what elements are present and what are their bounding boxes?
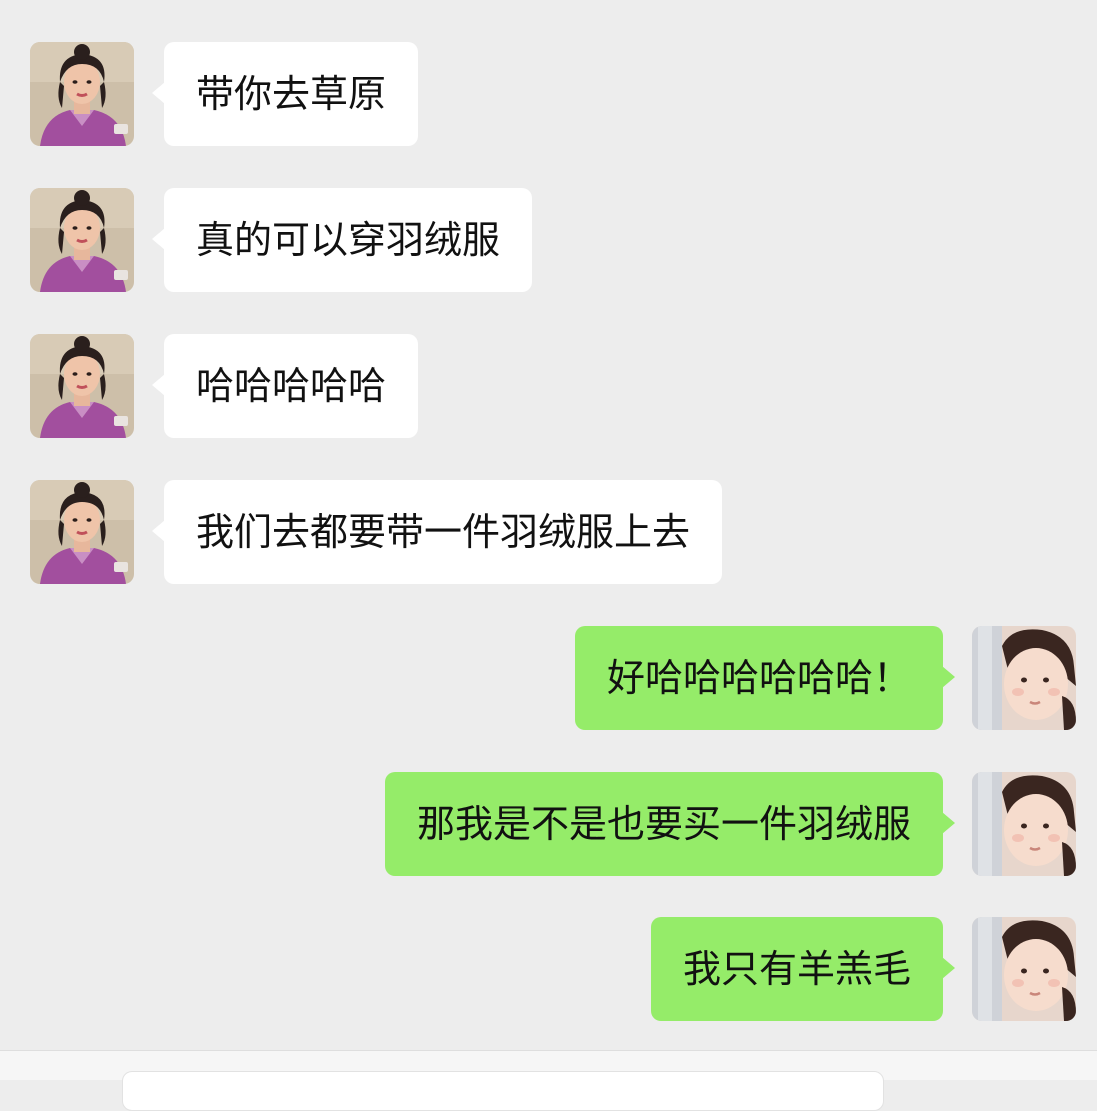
message-row-outgoing: 好哈哈哈哈哈哈！ bbox=[0, 626, 1097, 730]
chat-message-list[interactable]: 带你去草原 真的可以穿羽绒服 哈哈哈哈哈 我们去都要带一件羽绒服上去 好哈哈哈哈… bbox=[0, 0, 1097, 1050]
user-avatar[interactable] bbox=[972, 917, 1076, 1021]
message-input[interactable] bbox=[122, 1071, 884, 1111]
contact-avatar[interactable] bbox=[30, 334, 134, 438]
message-row-incoming: 哈哈哈哈哈 bbox=[0, 334, 1097, 438]
message-bubble[interactable]: 好哈哈哈哈哈哈！ bbox=[574, 626, 956, 730]
input-bar bbox=[0, 1050, 1097, 1111]
message-bubble[interactable]: 带你去草原 bbox=[151, 42, 419, 146]
message-bubble[interactable]: 我只有羊羔毛 bbox=[650, 917, 956, 1021]
message-row-incoming: 我们去都要带一件羽绒服上去 bbox=[0, 480, 1097, 584]
contact-avatar[interactable] bbox=[30, 42, 134, 146]
user-avatar-image bbox=[972, 626, 1076, 730]
user-avatar[interactable] bbox=[972, 626, 1076, 730]
message-bubble[interactable]: 哈哈哈哈哈 bbox=[151, 334, 419, 438]
message-bubble[interactable]: 我们去都要带一件羽绒服上去 bbox=[151, 480, 723, 584]
message-row-incoming: 带你去草原 bbox=[0, 42, 1097, 146]
user-avatar-image bbox=[972, 917, 1076, 1021]
contact-avatar-image bbox=[30, 188, 134, 292]
contact-avatar-image bbox=[30, 334, 134, 438]
user-avatar-image bbox=[972, 772, 1076, 876]
message-bubble[interactable]: 真的可以穿羽绒服 bbox=[151, 188, 533, 292]
contact-avatar[interactable] bbox=[30, 480, 134, 584]
contact-avatar-image bbox=[30, 42, 134, 146]
contact-avatar-image bbox=[30, 480, 134, 584]
message-row-outgoing: 我只有羊羔毛 bbox=[0, 917, 1097, 1021]
contact-avatar[interactable] bbox=[30, 188, 134, 292]
message-bubble[interactable]: 那我是不是也要买一件羽绒服 bbox=[384, 772, 956, 876]
user-avatar[interactable] bbox=[972, 772, 1076, 876]
message-row-outgoing: 那我是不是也要买一件羽绒服 bbox=[0, 772, 1097, 876]
message-row-incoming: 真的可以穿羽绒服 bbox=[0, 188, 1097, 292]
